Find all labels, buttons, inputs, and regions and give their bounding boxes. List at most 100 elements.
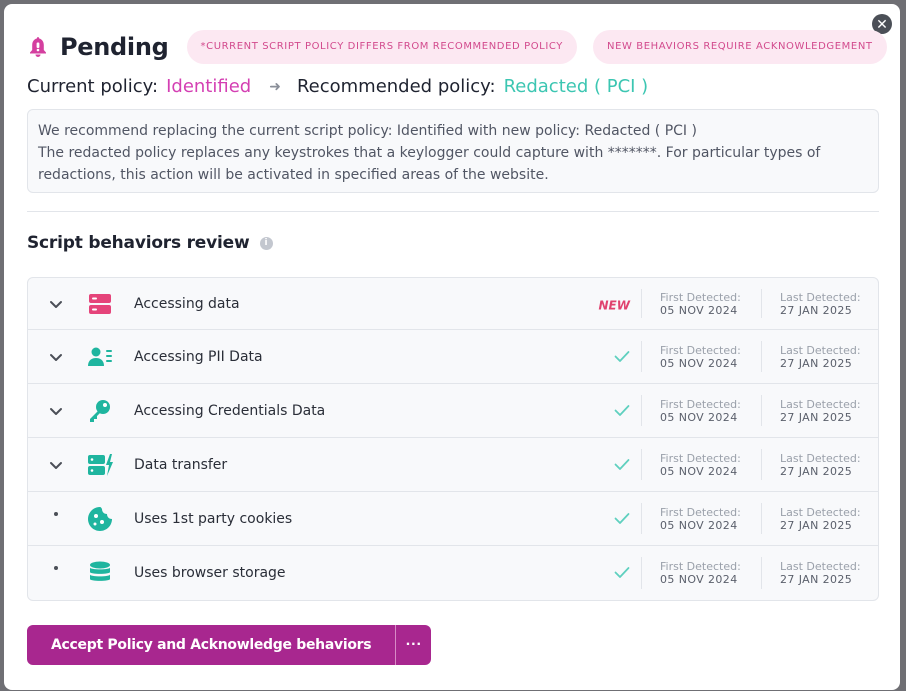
arrow-right-icon: ➜ — [269, 78, 281, 95]
column-separator — [761, 289, 762, 318]
first-detected-date: 05 NOV 2024 — [660, 573, 738, 586]
check-icon — [594, 455, 630, 474]
column-separator — [761, 557, 762, 589]
last-detected-date: 27 JAN 2025 — [780, 464, 853, 478]
modal-header: Pending *CURRENT SCRIPT POLICY DIFFERS F… — [28, 30, 903, 64]
bell-icon — [30, 37, 46, 57]
bullet-icon — [54, 511, 58, 516]
policy-summary: Current policy: Identified ➜ Recommended… — [27, 76, 648, 97]
column-separator — [641, 557, 642, 589]
behavior-label: Accessing Credentials Data — [134, 402, 326, 419]
behavior-row[interactable]: Data transfer First Detected: 05 NOV 2024 L… — [28, 438, 878, 492]
accept-policy-button[interactable]: Accept Policy and Acknowledge behaviors — [27, 625, 396, 665]
bullet-icon — [54, 566, 58, 570]
last-detected-date: 27 JAN 2025 — [780, 303, 853, 317]
behavior-label: Uses 1st party cookies — [134, 510, 293, 527]
last-detected-label: Last Detected: — [780, 451, 861, 465]
behavior-row[interactable]: Accessing PII Data First Detected: 05 NOV … — [28, 330, 878, 384]
first-detected-date: 05 NOV 2024 — [660, 410, 738, 424]
check-icon — [594, 347, 630, 366]
last-detected-label: Last Detected: — [780, 505, 861, 519]
column-separator — [641, 503, 642, 534]
last-detected-label: Last Detected: — [780, 397, 861, 411]
chevron-down-icon[interactable] — [48, 403, 64, 419]
first-detected: First Detected: 05 NOV 2024 — [660, 506, 741, 532]
first-detected-label: First Detected: — [660, 290, 741, 304]
action-button-group: Accept Policy and Acknowledge behaviors … — [27, 625, 432, 665]
behavior-row[interactable]: Accessing data NEW First Detected: 05 NOV 2… — [28, 278, 878, 330]
column-separator — [761, 503, 762, 534]
column-separator — [761, 341, 762, 372]
page-title: Pending — [60, 33, 169, 61]
last-detected: Last Detected: 27 JAN 2025 — [780, 344, 861, 370]
behaviors-table: Accessing data NEW First Detected: 05 NOV 2… — [27, 277, 879, 601]
column-separator — [641, 341, 642, 372]
redaction-description: The redacted policy replaces any keystro… — [38, 145, 821, 183]
check-icon — [594, 564, 630, 583]
chevron-down-icon[interactable] — [48, 457, 64, 473]
first-detected: First Detected: 05 NOV 2024 — [660, 344, 741, 370]
more-options-button[interactable]: ··· — [395, 625, 432, 665]
current-policy-label: Current policy: — [27, 76, 159, 97]
first-detected: First Detected: 05 NOV 2024 — [660, 291, 741, 317]
section-title: Script behaviors review i — [27, 233, 273, 253]
chevron-down-icon[interactable] — [48, 296, 64, 312]
last-detected: Last Detected: 27 JAN 2025 — [780, 452, 861, 478]
first-detected: First Detected: 05 NOV 2024 — [660, 398, 741, 424]
database-icon — [86, 559, 114, 587]
first-detected-label: First Detected: — [660, 343, 741, 357]
column-separator — [761, 395, 762, 426]
behavior-label: Data transfer — [134, 456, 228, 473]
column-separator — [641, 395, 642, 426]
last-detected-date: 27 JAN 2025 — [780, 356, 853, 370]
cookie-icon — [86, 505, 114, 533]
check-icon — [594, 509, 630, 528]
first-detected-date: 05 NOV 2024 — [660, 518, 738, 532]
column-separator — [641, 289, 642, 318]
new-badge: NEW — [594, 294, 630, 313]
first-detected-label: First Detected: — [660, 451, 741, 465]
last-detected: Last Detected: 27 JAN 2025 — [780, 506, 861, 532]
chevron-down-icon[interactable] — [48, 349, 64, 365]
recommendation-info-box: We recommend replacing the current scrip… — [27, 109, 879, 193]
first-detected-label: First Detected: — [660, 560, 741, 573]
recommended-policy-label: Recommended policy: — [296, 76, 496, 97]
behavior-row: Uses 1st party cookies First Detected: 05 … — [28, 492, 878, 546]
last-detected-date: 27 JAN 2025 — [780, 573, 853, 586]
behavior-row[interactable]: Accessing Credentials Data First Detected… — [28, 384, 878, 438]
last-detected-date: 27 JAN 2025 — [780, 518, 853, 532]
divider — [27, 211, 879, 212]
last-detected-label: Last Detected: — [780, 290, 861, 304]
recommended-policy-value: Redacted ( PCI ) — [503, 76, 649, 97]
last-detected-label: Last Detected: — [780, 560, 861, 573]
first-detected-label: First Detected: — [660, 397, 741, 411]
first-detected-date: 05 NOV 2024 — [660, 303, 738, 317]
policy-modal: ✕ Pending *CURRENT SCRIPT POLICY DIFFERS… — [4, 4, 900, 690]
behavior-label: Accessing data — [134, 295, 240, 312]
first-detected: First Detected: 05 NOV 2024 — [660, 560, 741, 586]
new-badge-text: NEW — [598, 298, 630, 312]
policy-differs-badge: *CURRENT SCRIPT POLICY DIFFERS FROM RECO… — [186, 30, 578, 64]
last-detected-date: 27 JAN 2025 — [780, 410, 853, 424]
info-icon[interactable]: i — [259, 236, 273, 250]
first-detected-label: First Detected: — [660, 505, 741, 519]
behavior-row: Uses browser storage First Detected: 05 NO… — [28, 546, 878, 600]
check-icon — [594, 401, 630, 420]
last-detected: Last Detected: 27 JAN 2025 — [780, 398, 861, 424]
data-transfer-icon — [86, 451, 114, 479]
server-icon — [86, 290, 114, 318]
script-behaviors-title: Script behaviors review — [27, 233, 250, 253]
column-separator — [641, 449, 642, 480]
first-detected: First Detected: 05 NOV 2024 — [660, 452, 741, 478]
column-separator — [761, 449, 762, 480]
recommendation-line: We recommend replacing the current scrip… — [38, 123, 697, 139]
behavior-label: Accessing PII Data — [134, 348, 263, 365]
key-icon — [86, 397, 114, 425]
first-detected-date: 05 NOV 2024 — [660, 356, 738, 370]
first-detected-date: 05 NOV 2024 — [660, 464, 738, 478]
last-detected: Last Detected: 27 JAN 2025 — [780, 291, 861, 317]
last-detected: Last Detected: 27 JAN 2025 — [780, 560, 861, 586]
user-card-icon — [86, 343, 114, 371]
new-behaviors-badge: NEW BEHAVIORS REQUIRE ACKNOWLEDGEMENT — [593, 30, 887, 64]
last-detected-label: Last Detected: — [780, 343, 861, 357]
